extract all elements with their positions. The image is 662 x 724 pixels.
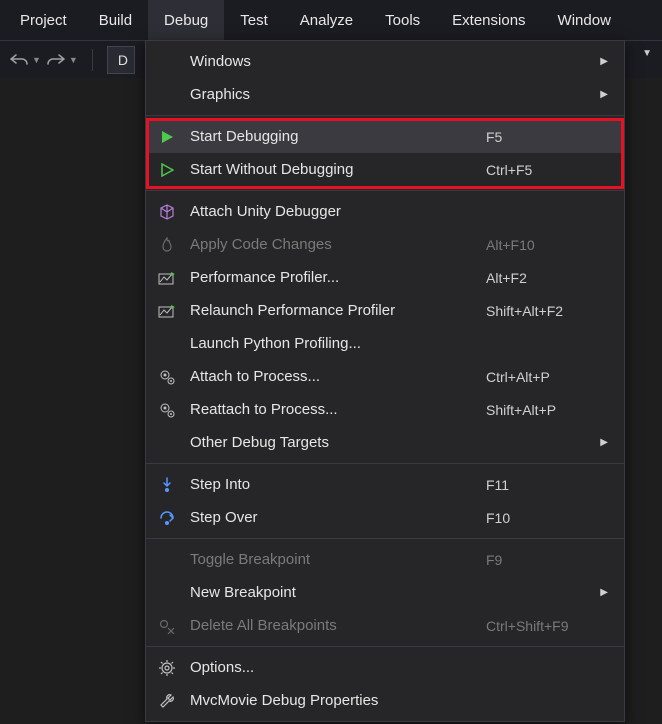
- blank-icon: [154, 334, 180, 354]
- menu-shortcut: F10: [486, 510, 596, 526]
- menu-performance-profiler[interactable]: Performance Profiler... Alt+F2: [146, 261, 624, 294]
- menu-label: Toggle Breakpoint: [190, 551, 486, 568]
- menu-label: Reattach to Process...: [190, 401, 486, 418]
- menu-shortcut: Shift+Alt+P: [486, 402, 596, 418]
- menu-label: Relaunch Performance Profiler: [190, 302, 486, 319]
- menu-label: Start Without Debugging: [190, 161, 486, 178]
- gear-attach-icon: [154, 367, 180, 387]
- blank-icon: [154, 52, 180, 72]
- gear-reattach-icon: [154, 400, 180, 420]
- undo-icon: [8, 49, 30, 71]
- menu-step-into[interactable]: Step Into F11: [146, 468, 624, 501]
- menu-label: Delete All Breakpoints: [190, 617, 486, 634]
- menu-delete-all-breakpoints: Delete All Breakpoints Ctrl+Shift+F9: [146, 609, 624, 642]
- menu-label: Options...: [190, 659, 486, 676]
- menu-label: Step Into: [190, 476, 486, 493]
- menu-label: Attach Unity Debugger: [190, 203, 486, 220]
- menubar-debug[interactable]: Debug: [148, 0, 224, 40]
- submenu-arrow-icon: ▶: [596, 587, 608, 598]
- menubar-analyze[interactable]: Analyze: [284, 0, 369, 40]
- menu-launch-python-profiling[interactable]: Launch Python Profiling...: [146, 327, 624, 360]
- menu-start-debugging[interactable]: Start Debugging F5: [146, 120, 624, 153]
- menu-shortcut: F11: [486, 477, 596, 493]
- blank-icon: [154, 583, 180, 603]
- menu-label: Graphics: [190, 86, 486, 103]
- menu-separator: [146, 538, 624, 539]
- undo-button[interactable]: ▼: [8, 49, 41, 71]
- menu-separator: [146, 190, 624, 191]
- menu-shortcut: Alt+F2: [486, 270, 596, 286]
- menubar-build[interactable]: Build: [83, 0, 148, 40]
- menu-relaunch-profiler[interactable]: Relaunch Performance Profiler Shift+Alt+…: [146, 294, 624, 327]
- menubar-tools[interactable]: Tools: [369, 0, 436, 40]
- menubar-window[interactable]: Window: [542, 0, 627, 40]
- menu-label: Other Debug Targets: [190, 434, 486, 451]
- menu-reattach-process[interactable]: Reattach to Process... Shift+Alt+P: [146, 393, 624, 426]
- delete-breakpoints-icon: [154, 616, 180, 636]
- menu-shortcut: Shift+Alt+F2: [486, 303, 596, 319]
- menu-label: Apply Code Changes: [190, 236, 486, 253]
- menu-shortcut: Alt+F10: [486, 237, 596, 253]
- menu-shortcut: Ctrl+Alt+P: [486, 369, 596, 385]
- menu-windows[interactable]: Windows ▶: [146, 45, 624, 78]
- menubar-test[interactable]: Test: [224, 0, 284, 40]
- menu-label: Start Debugging: [190, 128, 486, 145]
- perf-relaunch-icon: [154, 301, 180, 321]
- perf-profiler-icon: [154, 268, 180, 288]
- menu-shortcut: F9: [486, 552, 596, 568]
- toolbar-separator: [92, 49, 93, 71]
- menu-apply-code-changes: Apply Code Changes Alt+F10: [146, 228, 624, 261]
- menu-toggle-breakpoint: Toggle Breakpoint F9: [146, 543, 624, 576]
- play-outline-icon: [154, 160, 180, 180]
- menu-attach-process[interactable]: Attach to Process... Ctrl+Alt+P: [146, 360, 624, 393]
- menu-graphics[interactable]: Graphics ▶: [146, 78, 624, 111]
- submenu-arrow-icon: ▶: [596, 437, 608, 448]
- config-selector[interactable]: D: [107, 46, 135, 74]
- chevron-down-icon: ▼: [32, 55, 41, 65]
- menu-shortcut: Ctrl+F5: [486, 162, 596, 178]
- unity-cube-icon: [154, 202, 180, 222]
- menu-attach-unity[interactable]: Attach Unity Debugger: [146, 195, 624, 228]
- menu-step-over[interactable]: Step Over F10: [146, 501, 624, 534]
- menu-options[interactable]: Options...: [146, 651, 624, 684]
- blank-icon: [154, 550, 180, 570]
- menu-label: MvcMovie Debug Properties: [190, 692, 486, 709]
- wrench-icon: [154, 691, 180, 711]
- menu-separator: [146, 463, 624, 464]
- debug-menu: Windows ▶ Graphics ▶ Start Debugging F5 …: [145, 40, 625, 722]
- blank-icon: [154, 85, 180, 105]
- menu-other-debug-targets[interactable]: Other Debug Targets ▶: [146, 426, 624, 459]
- menu-new-breakpoint[interactable]: New Breakpoint ▶: [146, 576, 624, 609]
- menu-shortcut: F5: [486, 129, 596, 145]
- menu-separator: [146, 115, 624, 116]
- submenu-arrow-icon: ▶: [596, 89, 608, 100]
- redo-button[interactable]: ▼: [45, 49, 78, 71]
- gear-icon: [154, 658, 180, 678]
- play-filled-icon: [154, 127, 180, 147]
- config-label: D: [118, 52, 128, 68]
- chevron-down-icon: ▼: [69, 55, 78, 65]
- toolbar-overflow[interactable]: ▼: [642, 48, 652, 59]
- menu-label: Launch Python Profiling...: [190, 335, 486, 352]
- submenu-arrow-icon: ▶: [596, 56, 608, 67]
- menu-debug-properties[interactable]: MvcMovie Debug Properties: [146, 684, 624, 717]
- menu-label: Windows: [190, 53, 486, 70]
- redo-icon: [45, 49, 67, 71]
- menu-label: New Breakpoint: [190, 584, 486, 601]
- menu-shortcut: Ctrl+Shift+F9: [486, 618, 596, 634]
- step-over-icon: [154, 508, 180, 528]
- flame-icon: [154, 235, 180, 255]
- menubar: Project Build Debug Test Analyze Tools E…: [0, 0, 662, 40]
- blank-icon: [154, 433, 180, 453]
- menu-label: Performance Profiler...: [190, 269, 486, 286]
- menu-start-without-debugging[interactable]: Start Without Debugging Ctrl+F5: [146, 153, 624, 186]
- menu-separator: [146, 646, 624, 647]
- menu-label: Attach to Process...: [190, 368, 486, 385]
- step-into-icon: [154, 475, 180, 495]
- menu-label: Step Over: [190, 509, 486, 526]
- menubar-extensions[interactable]: Extensions: [436, 0, 541, 40]
- menubar-project[interactable]: Project: [4, 0, 83, 40]
